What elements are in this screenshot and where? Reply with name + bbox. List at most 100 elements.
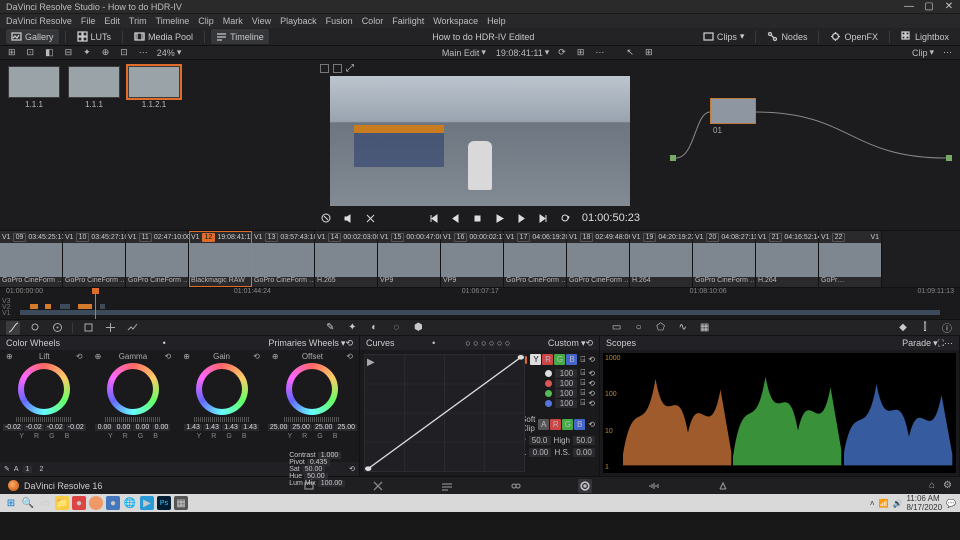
- menu-item[interactable]: Mark: [223, 16, 243, 26]
- clip-thumb[interactable]: V10903:45:25:13V1GoPro CineForm …: [0, 231, 63, 287]
- menu-item[interactable]: Color: [362, 16, 384, 26]
- menu-item[interactable]: Timeline: [156, 16, 190, 26]
- opt-button[interactable]: ⊡: [116, 46, 132, 59]
- gradient-icon[interactable]: ▦: [698, 321, 712, 335]
- gallery-toggle[interactable]: Gallery: [6, 29, 59, 44]
- clips-toggle[interactable]: Clips ▾: [698, 29, 750, 44]
- viewer-image[interactable]: [330, 76, 630, 206]
- link-icon[interactable]: ⍈: [580, 355, 585, 365]
- more-icon[interactable]: ⋯: [591, 46, 608, 59]
- step-back-icon[interactable]: [450, 212, 462, 224]
- tray-date[interactable]: 8/17/2020: [906, 503, 942, 512]
- menu-item[interactable]: Workspace: [433, 16, 478, 26]
- waveform-icon[interactable]: ⫿: [918, 321, 932, 335]
- scopes-mode-dropdown[interactable]: Parade ▾: [902, 338, 938, 349]
- play-icon[interactable]: [494, 212, 506, 224]
- menu-item[interactable]: Help: [487, 16, 506, 26]
- tray-notification-icon[interactable]: 💬: [946, 499, 956, 508]
- softclip-channel-buttons[interactable]: ARGB: [538, 419, 585, 430]
- tray-wifi-icon[interactable]: 📶: [879, 499, 889, 508]
- curve-icon[interactable]: ∿: [676, 321, 690, 335]
- clip-thumb[interactable]: V11219:08:41:11V1Blackmagic RAW: [189, 231, 252, 287]
- auto-color-icon[interactable]: [50, 321, 64, 335]
- curves-tool-icon[interactable]: [6, 321, 20, 335]
- clip-thumb[interactable]: V11400:02:03:00V1H.265: [315, 231, 378, 287]
- media-page-icon[interactable]: [302, 479, 316, 493]
- menu-item[interactable]: DaVinci Resolve: [6, 16, 72, 26]
- highlight-button[interactable]: ✦: [79, 46, 95, 59]
- task-chrome-icon[interactable]: 🌐: [123, 496, 137, 510]
- clip-dropdown[interactable]: Clip▾: [907, 46, 939, 59]
- lightbox-toggle[interactable]: Lightbox: [896, 29, 954, 44]
- menu-item[interactable]: File: [81, 16, 96, 26]
- loop-icon[interactable]: ⟳: [554, 46, 570, 59]
- mask-icon[interactable]: ◐: [367, 321, 381, 335]
- window-minimize-button[interactable]: —: [904, 1, 914, 12]
- key-icon[interactable]: ⬢: [411, 321, 425, 335]
- task-view-icon[interactable]: ▭: [38, 496, 52, 510]
- menu-item[interactable]: Fusion: [326, 16, 353, 26]
- menu-item[interactable]: Trim: [129, 16, 147, 26]
- cut-page-icon[interactable]: [371, 479, 385, 493]
- go-first-icon[interactable]: [428, 212, 440, 224]
- rect-icon[interactable]: ▭: [610, 321, 624, 335]
- render-cache-icon[interactable]: ⊞: [573, 46, 589, 59]
- qualifier-tool-icon[interactable]: [28, 321, 42, 335]
- clip-thumb[interactable]: V11102:47:10:00V1GoPro CineForm …: [126, 231, 189, 287]
- fairlight-page-icon[interactable]: [647, 479, 661, 493]
- eyedropper-icon[interactable]: ✎: [323, 321, 337, 335]
- task-app-icon[interactable]: ▶: [140, 496, 154, 510]
- curves-mode-dropdown[interactable]: Custom ▾: [548, 338, 586, 349]
- window-tool-icon[interactable]: [81, 321, 95, 335]
- poly-icon[interactable]: ⬠: [654, 321, 668, 335]
- viewer-mode-dropdown[interactable]: Main Edit▾: [437, 46, 491, 59]
- node-tool-icon[interactable]: ⊞: [641, 46, 657, 59]
- picker-icon[interactable]: ✎: [4, 465, 10, 473]
- task-app-icon[interactable]: [89, 496, 103, 510]
- step-forward-icon[interactable]: [516, 212, 528, 224]
- menu-item[interactable]: Edit: [104, 16, 120, 26]
- media-pool-toggle[interactable]: Media Pool: [129, 29, 198, 44]
- opt-button[interactable]: ⊞: [4, 46, 20, 59]
- softclip-high[interactable]: 50.0: [573, 436, 595, 445]
- menu-item[interactable]: Clip: [198, 16, 214, 26]
- loop-icon[interactable]: [560, 212, 572, 224]
- reset-icon[interactable]: ⟲: [349, 465, 355, 473]
- project-settings-icon[interactable]: ⚙: [943, 480, 952, 491]
- pointer-icon[interactable]: ↖: [622, 46, 638, 59]
- wheels-mode-dropdown[interactable]: Primaries Wheels ▾: [268, 338, 345, 349]
- go-last-icon[interactable]: [538, 212, 550, 224]
- wipe-button[interactable]: ◧: [41, 46, 58, 59]
- circle-icon[interactable]: ○: [632, 321, 646, 335]
- clip-thumb[interactable]: V11704:06:19:20V1GoPro CineForm …: [504, 231, 567, 287]
- more-icon[interactable]: ⋯: [939, 46, 956, 59]
- tracker-tool-icon[interactable]: [103, 321, 117, 335]
- playhead[interactable]: [95, 288, 96, 319]
- clip-thumb[interactable]: V12004:08:27:11V1GoPro CineForm …: [693, 231, 756, 287]
- task-app-icon[interactable]: ●: [72, 496, 86, 510]
- clip-thumb[interactable]: V12104:16:52:14V1H.264: [756, 231, 819, 287]
- task-app-icon[interactable]: ●: [106, 496, 120, 510]
- overlay-button[interactable]: [333, 64, 342, 73]
- expand-icon[interactable]: ⤢: [346, 63, 354, 74]
- zoom-button[interactable]: ⊕: [98, 46, 114, 59]
- reset-icon[interactable]: ⟲: [588, 420, 595, 429]
- reset-icon[interactable]: ⟲: [588, 355, 595, 364]
- menu-item[interactable]: Playback: [280, 16, 317, 26]
- reset-icon[interactable]: ⟲: [585, 338, 593, 349]
- clip-thumb[interactable]: V11003:45:27:10V1GoPro CineForm …: [63, 231, 126, 287]
- softclip-hs[interactable]: 0.00: [573, 448, 595, 457]
- auto-icon[interactable]: A: [14, 466, 19, 473]
- info-icon[interactable]: ⓘ: [940, 321, 954, 335]
- task-photoshop-icon[interactable]: Ps: [157, 496, 171, 510]
- opt-button[interactable]: ⊡: [23, 46, 39, 59]
- task-search-icon[interactable]: 🔍: [21, 496, 35, 510]
- menu-item[interactable]: Fairlight: [392, 16, 424, 26]
- stop-icon[interactable]: [472, 212, 484, 224]
- viewer-zoom-dropdown[interactable]: 24%▾: [152, 46, 187, 59]
- clip-thumb[interactable]: V11500:00:47:08V1VP9: [378, 231, 441, 287]
- softclip-ls[interactable]: 0.00: [529, 448, 551, 457]
- stabilize-icon[interactable]: [125, 321, 139, 335]
- node-editor[interactable]: 01: [650, 60, 960, 230]
- window-maximize-button[interactable]: ▢: [924, 1, 934, 12]
